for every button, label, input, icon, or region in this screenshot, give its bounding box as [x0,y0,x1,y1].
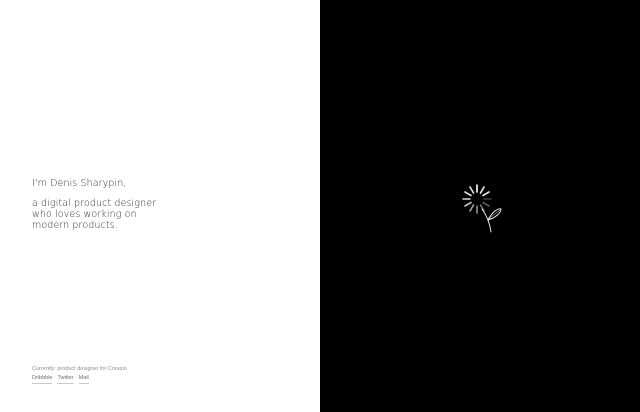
description-line: a digital product designer [32,198,157,209]
intro-panel: I'm Denis Sharypin, a digital product de… [0,0,320,412]
intro-text: I'm Denis Sharypin, a digital product de… [32,178,156,231]
mail-link[interactable]: Mail [78,374,89,384]
page: I'm Denis Sharypin, a digital product de… [0,0,640,412]
description-line: modern products. [32,220,118,231]
social-links: Dribbble Twitter Mail [32,374,127,384]
illustration-panel [320,0,640,412]
greeting: I'm Denis Sharypin, [32,178,127,189]
twitter-link[interactable]: Twitter [57,374,74,384]
footer: Currently: product designer for Corazio … [32,365,127,384]
flower-loader-icon [462,184,502,233]
current-role: Currently: product designer for Corazio [32,366,127,372]
dribbble-link[interactable]: Dribbble [32,374,53,384]
description-line: who loves working on [32,209,137,220]
